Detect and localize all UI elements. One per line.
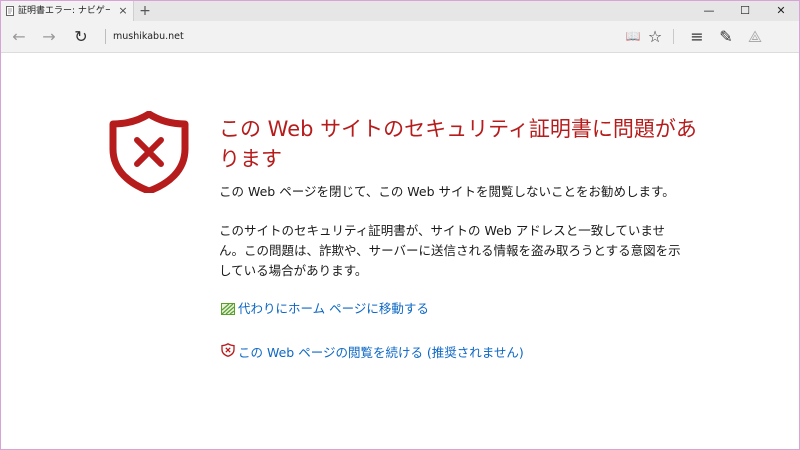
certificate-mismatch-text: このサイトのセキュリティ証明書が、サイトの Web アドレスと一致していません。… [219, 223, 681, 278]
shield-x-icon [109, 111, 189, 193]
toolbar-divider [673, 29, 674, 44]
maximize-button[interactable]: ☐ [727, 1, 763, 21]
reading-view-icon[interactable]: 📖 [621, 21, 645, 52]
go-to-home-page-link[interactable]: 代わりにホーム ページに移動する [238, 299, 429, 319]
refresh-button[interactable]: ↻ [69, 21, 93, 52]
forward-button[interactable]: → [37, 21, 61, 52]
close-window-button[interactable]: ✕ [763, 1, 799, 21]
tab-title: 証明書エラー: ナビゲーション [18, 6, 110, 16]
title-bar: 証明書エラー: ナビゲーション × + — ☐ ✕ [1, 1, 799, 21]
home-page-icon [221, 303, 235, 315]
new-tab-button[interactable]: + [138, 3, 152, 19]
continue-to-page-link[interactable]: この Web ページの閲覧を続ける (推奨されません) [238, 343, 524, 363]
error-heading: この Web サイトのセキュリティ証明書に問題があります [219, 117, 697, 171]
navigation-bar: ← → ↻ mushikabu.net 📖 ☆ ≡ ✎ ⟁ [1, 21, 799, 53]
back-button[interactable]: ← [7, 21, 31, 52]
share-icon[interactable]: ⟁ [743, 21, 767, 52]
page-icon [6, 6, 14, 16]
warning-shield-icon [221, 343, 235, 357]
recommendation-text: この Web ページを閉じて、この Web サイトを閲覧しないことをお勧めします… [219, 184, 675, 199]
hub-icon[interactable]: ≡ [685, 21, 709, 52]
web-note-icon[interactable]: ✎ [714, 21, 738, 52]
minimize-button[interactable]: — [691, 1, 727, 21]
address-bar[interactable]: mushikabu.net [113, 29, 473, 44]
tab-close-icon[interactable]: × [117, 4, 129, 18]
favorite-star-icon[interactable]: ☆ [643, 21, 667, 52]
tab-certificate-error[interactable]: 証明書エラー: ナビゲーション × [1, 1, 134, 21]
address-divider [105, 29, 106, 44]
browser-window: 証明書エラー: ナビゲーション × + — ☐ ✕ ← → ↻ mushikab… [0, 0, 800, 450]
